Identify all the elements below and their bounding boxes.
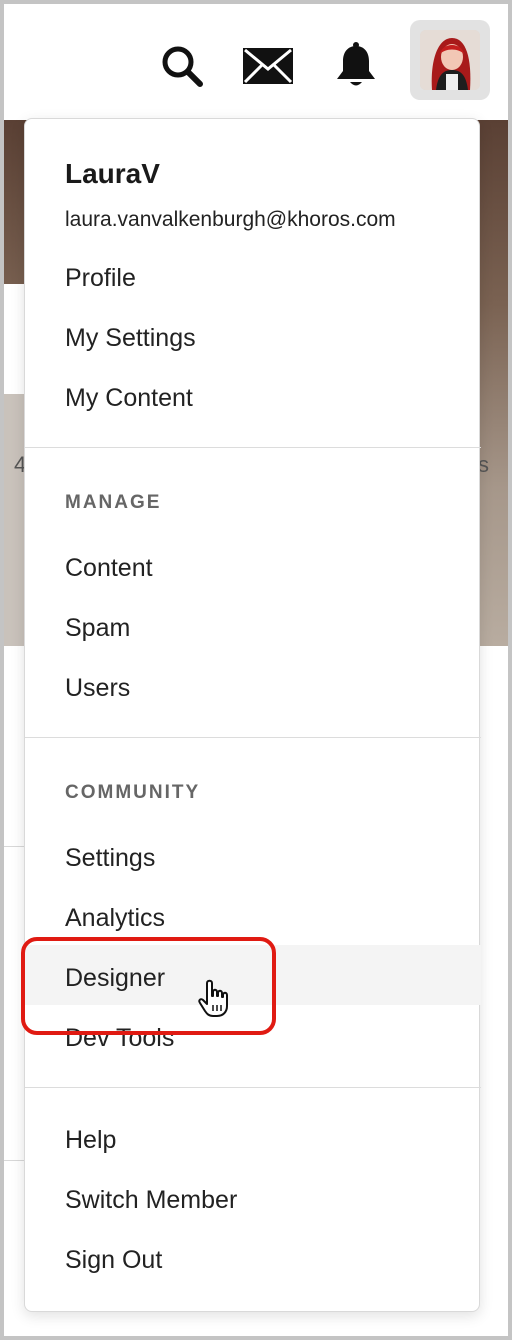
annotation-highlight-box xyxy=(21,937,276,1035)
menu-item-content[interactable]: Content xyxy=(65,553,153,583)
background-divider xyxy=(4,1160,24,1161)
user-dropdown-menu: LauraV laura.vanvalkenburgh@khoros.com P… xyxy=(21,118,481,1312)
menu-item-spam[interactable]: Spam xyxy=(65,613,130,643)
menu-section-heading-manage: MANAGE xyxy=(65,492,162,513)
menu-item-profile[interactable]: Profile xyxy=(65,263,136,293)
search-icon[interactable] xyxy=(156,40,208,92)
menu-item-my-settings[interactable]: My Settings xyxy=(65,323,196,353)
bell-icon[interactable] xyxy=(330,40,382,92)
background-search-panel xyxy=(4,284,24,394)
menu-item-switch-member[interactable]: Switch Member xyxy=(65,1185,237,1215)
menu-item-my-content[interactable]: My Content xyxy=(65,383,193,413)
menu-item-analytics[interactable]: Analytics xyxy=(65,903,165,933)
avatar xyxy=(420,30,480,90)
mail-icon[interactable] xyxy=(242,40,294,92)
menu-divider xyxy=(25,447,481,448)
menu-item-help[interactable]: Help xyxy=(65,1125,116,1155)
hand-pointer-cursor-icon xyxy=(198,979,228,1017)
menu-divider xyxy=(25,1087,481,1088)
menu-item-settings[interactable]: Settings xyxy=(65,843,155,873)
top-header xyxy=(4,4,508,120)
menu-user-email: laura.vanvalkenburgh@khoros.com xyxy=(65,208,396,231)
menu-divider xyxy=(25,737,481,738)
background-divider xyxy=(4,846,24,847)
menu-username: LauraV xyxy=(65,158,160,189)
menu-section-heading-community: COMMUNITY xyxy=(65,782,201,803)
menu-item-users[interactable]: Users xyxy=(65,673,130,703)
menu-item-sign-out[interactable]: Sign Out xyxy=(65,1245,162,1275)
background-content-strip xyxy=(4,394,24,646)
avatar-button[interactable] xyxy=(410,20,490,100)
